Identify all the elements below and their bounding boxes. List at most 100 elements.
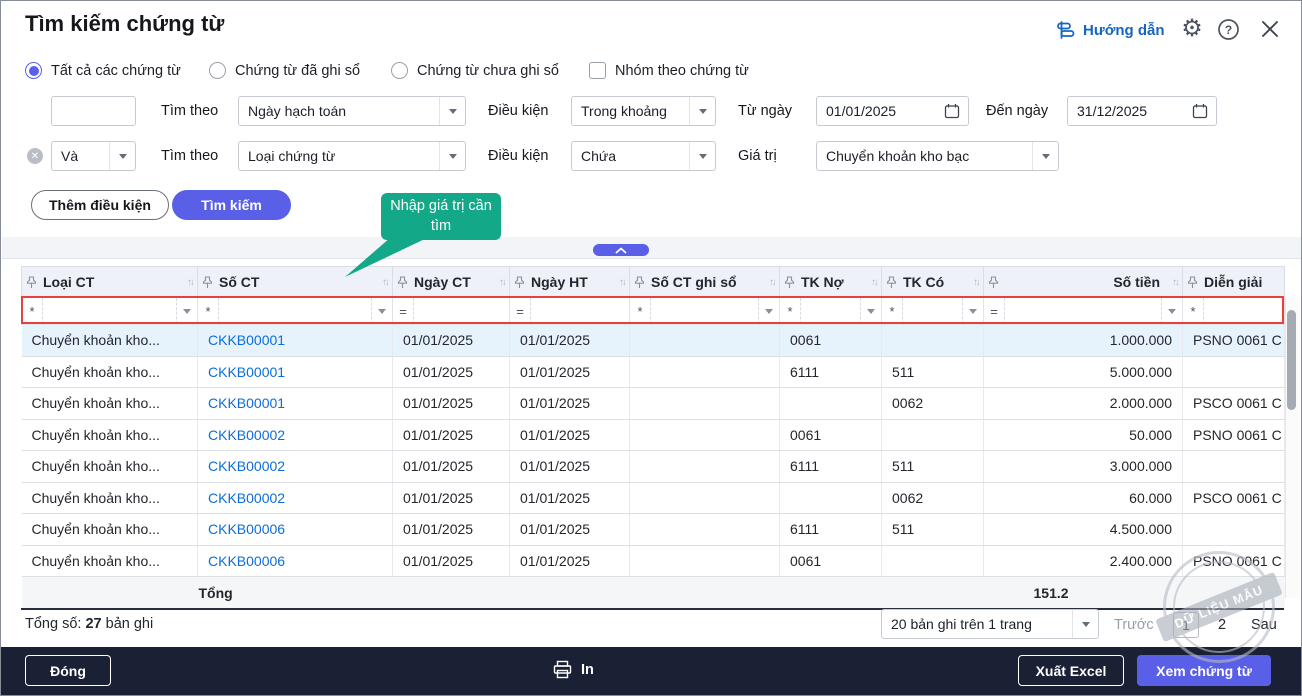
filter-operator[interactable]: = — [984, 304, 1004, 319]
filter-cell-ngay_ht[interactable]: = — [510, 298, 630, 325]
sort-icon[interactable]: ↑↓ — [499, 277, 505, 288]
column-header-so_tien[interactable]: Số tiền↑↓ — [984, 267, 1183, 298]
collapse-filter-panel-button[interactable] — [593, 244, 649, 256]
filter-operator[interactable]: * — [780, 304, 800, 319]
field-select-row1[interactable]: Ngày hạch toán — [238, 96, 466, 126]
filter-operator[interactable]: = — [510, 304, 530, 319]
from-date-input[interactable]: 01/01/2025 — [816, 96, 969, 126]
filter-cell-tk_no[interactable]: * — [780, 298, 882, 325]
column-header-so_ct_ghi_so[interactable]: Số CT ghi sổ↑↓ — [630, 267, 780, 298]
pagination-prev[interactable]: Trước — [1114, 617, 1154, 633]
filter-cell-ngay_ct[interactable]: = — [393, 298, 510, 325]
radio-posted-documents[interactable]: Chứng từ đã ghi sổ — [209, 62, 360, 79]
value-select-row2[interactable]: Chuyển khoản kho bạc — [816, 141, 1059, 171]
pin-icon[interactable] — [202, 276, 213, 289]
filter-input[interactable] — [902, 298, 962, 324]
help-button[interactable]: ? — [1215, 16, 1241, 42]
sort-icon[interactable]: ↑↓ — [619, 277, 625, 288]
settings-button[interactable]: ⚙ — [1179, 16, 1205, 42]
document-number-link[interactable]: CKKB00006 — [208, 553, 285, 569]
radio-unposted-documents[interactable]: Chứng từ chưa ghi sổ — [391, 62, 559, 79]
table-row[interactable]: Chuyển khoản kho...CKKB0000101/01/202501… — [22, 356, 1285, 388]
chevron-down-icon[interactable] — [758, 298, 779, 324]
document-number-link[interactable]: CKKB00001 — [208, 395, 285, 411]
sort-icon[interactable]: ↑↓ — [769, 277, 775, 288]
filter-input[interactable] — [218, 298, 371, 324]
table-scrollbar-thumb[interactable] — [1287, 310, 1296, 410]
filter-input[interactable] — [1203, 298, 1284, 324]
pagination-next[interactable]: Sau — [1251, 617, 1277, 633]
chevron-down-icon[interactable] — [371, 298, 392, 324]
filter-operator[interactable]: * — [198, 304, 218, 319]
sort-icon[interactable]: ↑↓ — [187, 277, 193, 288]
filter-input[interactable] — [42, 298, 176, 324]
chevron-down-icon[interactable] — [1161, 298, 1182, 324]
pin-icon[interactable] — [988, 276, 999, 289]
document-number-link[interactable]: CKKB00001 — [208, 364, 285, 380]
filter-input[interactable] — [800, 298, 860, 324]
pin-icon[interactable] — [886, 276, 897, 289]
filter-cell-so_ct[interactable]: * — [198, 298, 393, 325]
sort-icon[interactable]: ↑↓ — [973, 277, 979, 288]
document-number-link[interactable]: CKKB00002 — [208, 427, 285, 443]
pagination-page-2[interactable]: 2 — [1218, 617, 1226, 633]
document-number-link[interactable]: CKKB00006 — [208, 521, 285, 537]
chevron-down-icon[interactable] — [962, 298, 983, 324]
condition-select-row2[interactable]: Chứa — [571, 141, 716, 171]
condition-select-row1[interactable]: Trong khoảng — [571, 96, 716, 126]
add-condition-button[interactable]: Thêm điều kiện — [31, 190, 169, 220]
document-number-link[interactable]: CKKB00002 — [208, 458, 285, 474]
filter-input[interactable] — [530, 298, 629, 324]
table-row[interactable]: Chuyển khoản kho...CKKB0000201/01/202501… — [22, 419, 1285, 451]
field-select-row2[interactable]: Loại chứng từ — [238, 141, 466, 171]
table-row[interactable]: Chuyển khoản kho...CKKB0000201/01/202501… — [22, 482, 1285, 514]
pin-icon[interactable] — [784, 276, 795, 289]
table-row[interactable]: Chuyển khoản kho...CKKB0000101/01/202501… — [22, 388, 1285, 420]
filter-input[interactable] — [1004, 298, 1161, 324]
column-header-tk_co[interactable]: TK Có↑↓ — [882, 267, 984, 298]
pin-icon[interactable] — [1187, 276, 1198, 289]
filter-cell-tk_co[interactable]: * — [882, 298, 984, 325]
pagination-page-1[interactable]: 1 — [1173, 612, 1199, 638]
sort-icon[interactable]: ↑↓ — [871, 277, 877, 288]
search-button[interactable]: Tìm kiếm — [172, 190, 291, 220]
help-guide-link[interactable]: Hướng dẫn — [1055, 20, 1165, 40]
pin-icon[interactable] — [26, 276, 37, 289]
group-by-document-checkbox[interactable]: Nhóm theo chứng từ — [589, 62, 749, 79]
filter-cell-loai_ct[interactable]: * — [22, 298, 198, 325]
combiner-empty-box[interactable] — [51, 96, 136, 126]
filter-cell-so_tien[interactable]: = — [984, 298, 1183, 325]
column-header-loai_ct[interactable]: Loại CT↑↓ — [22, 267, 198, 298]
close-dialog-button[interactable]: Đóng — [25, 655, 111, 686]
filter-operator[interactable]: = — [393, 304, 413, 319]
filter-operator[interactable]: * — [1183, 304, 1203, 319]
chevron-down-icon[interactable] — [860, 298, 881, 324]
radio-all-documents[interactable]: Tất cả các chứng từ — [25, 62, 181, 79]
column-header-ngay_ht[interactable]: Ngày HT↑↓ — [510, 267, 630, 298]
page-size-select[interactable]: 20 bản ghi trên 1 trang — [881, 609, 1099, 639]
column-header-tk_no[interactable]: TK Nợ↑↓ — [780, 267, 882, 298]
table-row[interactable]: Chuyển khoản kho...CKKB0000601/01/202501… — [22, 514, 1285, 546]
pin-icon[interactable] — [514, 276, 525, 289]
column-header-dien_giai[interactable]: Diễn giải — [1183, 267, 1285, 298]
filter-operator[interactable]: * — [22, 304, 42, 319]
print-button[interactable]: In — [553, 660, 594, 679]
table-row[interactable]: Chuyển khoản kho...CKKB0000601/01/202501… — [22, 545, 1285, 577]
filter-operator[interactable]: * — [882, 304, 902, 319]
table-row[interactable]: Chuyển khoản kho...CKKB0000101/01/202501… — [22, 325, 1285, 357]
filter-cell-so_ct_ghi_so[interactable]: * — [630, 298, 780, 325]
filter-operator[interactable]: * — [630, 304, 650, 319]
export-excel-button[interactable]: Xuất Excel — [1018, 655, 1124, 686]
combiner-select-row2[interactable]: Và — [51, 141, 136, 171]
pin-icon[interactable] — [634, 276, 645, 289]
sort-icon[interactable]: ↑↓ — [1172, 277, 1178, 288]
view-document-button[interactable]: Xem chứng từ — [1137, 655, 1271, 686]
table-row[interactable]: Chuyển khoản kho...CKKB0000201/01/202501… — [22, 451, 1285, 483]
document-number-link[interactable]: CKKB00002 — [208, 490, 285, 506]
remove-condition-button[interactable]: ✕ — [27, 148, 43, 164]
document-number-link[interactable]: CKKB00001 — [208, 332, 285, 348]
filter-cell-dien_giai[interactable]: * — [1183, 298, 1285, 325]
filter-input[interactable] — [413, 298, 509, 324]
chevron-down-icon[interactable] — [176, 298, 197, 324]
to-date-input[interactable]: 31/12/2025 — [1067, 96, 1217, 126]
